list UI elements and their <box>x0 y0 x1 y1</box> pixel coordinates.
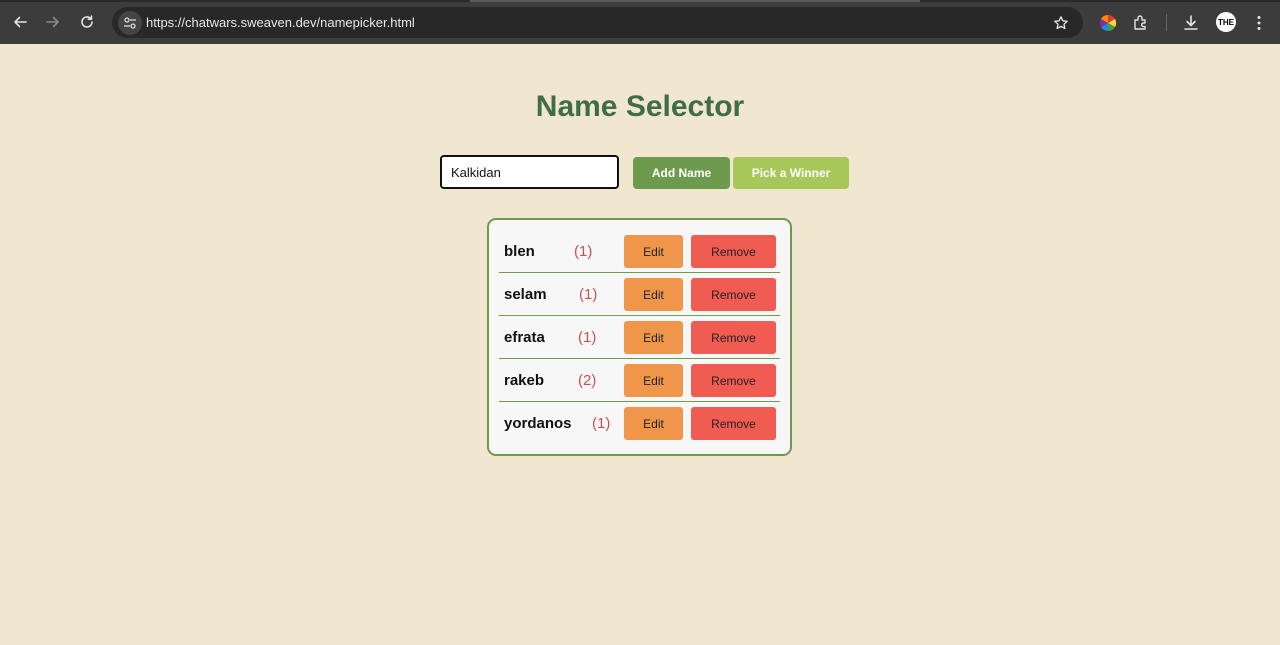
entry-count: (1) <box>592 415 611 432</box>
entry-count: (1) <box>578 329 597 346</box>
entry-name: rakeb <box>504 372 545 389</box>
remove-button[interactable]: Remove <box>691 278 776 311</box>
list-item: efrata (1) Edit Remove <box>499 316 780 359</box>
remove-button[interactable]: Remove <box>691 407 776 440</box>
remove-button[interactable]: Remove <box>691 235 776 268</box>
color-wheel-icon[interactable] <box>1097 12 1119 34</box>
entry-count: (1) <box>574 243 593 260</box>
entry-name: efrata <box>504 329 545 346</box>
edit-button[interactable]: Edit <box>624 235 683 268</box>
list-item: rakeb (2) Edit Remove <box>499 359 780 402</box>
download-icon[interactable] <box>1180 12 1202 34</box>
profile-avatar[interactable]: THE <box>1216 12 1236 32</box>
puzzle-icon[interactable] <box>1130 12 1152 34</box>
toolbar-separator <box>1166 14 1167 31</box>
name-input[interactable] <box>440 155 619 189</box>
loading-bar <box>470 0 920 2</box>
kebab-menu-icon[interactable] <box>1248 12 1270 34</box>
entry-name: yordanos <box>504 415 572 432</box>
edit-button[interactable]: Edit <box>624 364 683 397</box>
edit-button[interactable]: Edit <box>624 321 683 354</box>
entry-count: (1) <box>579 286 598 303</box>
list-item: yordanos (1) Edit Remove <box>499 402 780 445</box>
browser-toolbar: https://chatwars.sweaven.dev/namepicker.… <box>0 0 1280 44</box>
entry-name: blen <box>504 243 535 260</box>
list-item: blen (1) Edit Remove <box>499 230 780 273</box>
pick-winner-button[interactable]: Pick a Winner <box>733 157 849 189</box>
tune-icon[interactable] <box>118 11 142 35</box>
edit-button[interactable]: Edit <box>624 278 683 311</box>
reload-icon[interactable] <box>75 10 99 34</box>
entry-count: (2) <box>578 372 597 389</box>
entry-name: selam <box>504 286 547 303</box>
page-title: Name Selector <box>535 90 745 123</box>
arrow-right-icon[interactable] <box>41 10 65 34</box>
add-name-button[interactable]: Add Name <box>633 157 730 189</box>
list-item: selam (1) Edit Remove <box>499 273 780 316</box>
remove-button[interactable]: Remove <box>691 321 776 354</box>
star-icon[interactable] <box>1051 13 1071 33</box>
address-bar[interactable]: https://chatwars.sweaven.dev/namepicker.… <box>112 7 1083 38</box>
url-text[interactable]: https://chatwars.sweaven.dev/namepicker.… <box>146 7 415 38</box>
arrow-left-icon[interactable] <box>8 10 32 34</box>
remove-button[interactable]: Remove <box>691 364 776 397</box>
name-list: blen (1) Edit Remove selam (1) Edit Remo… <box>487 218 792 456</box>
edit-button[interactable]: Edit <box>624 407 683 440</box>
